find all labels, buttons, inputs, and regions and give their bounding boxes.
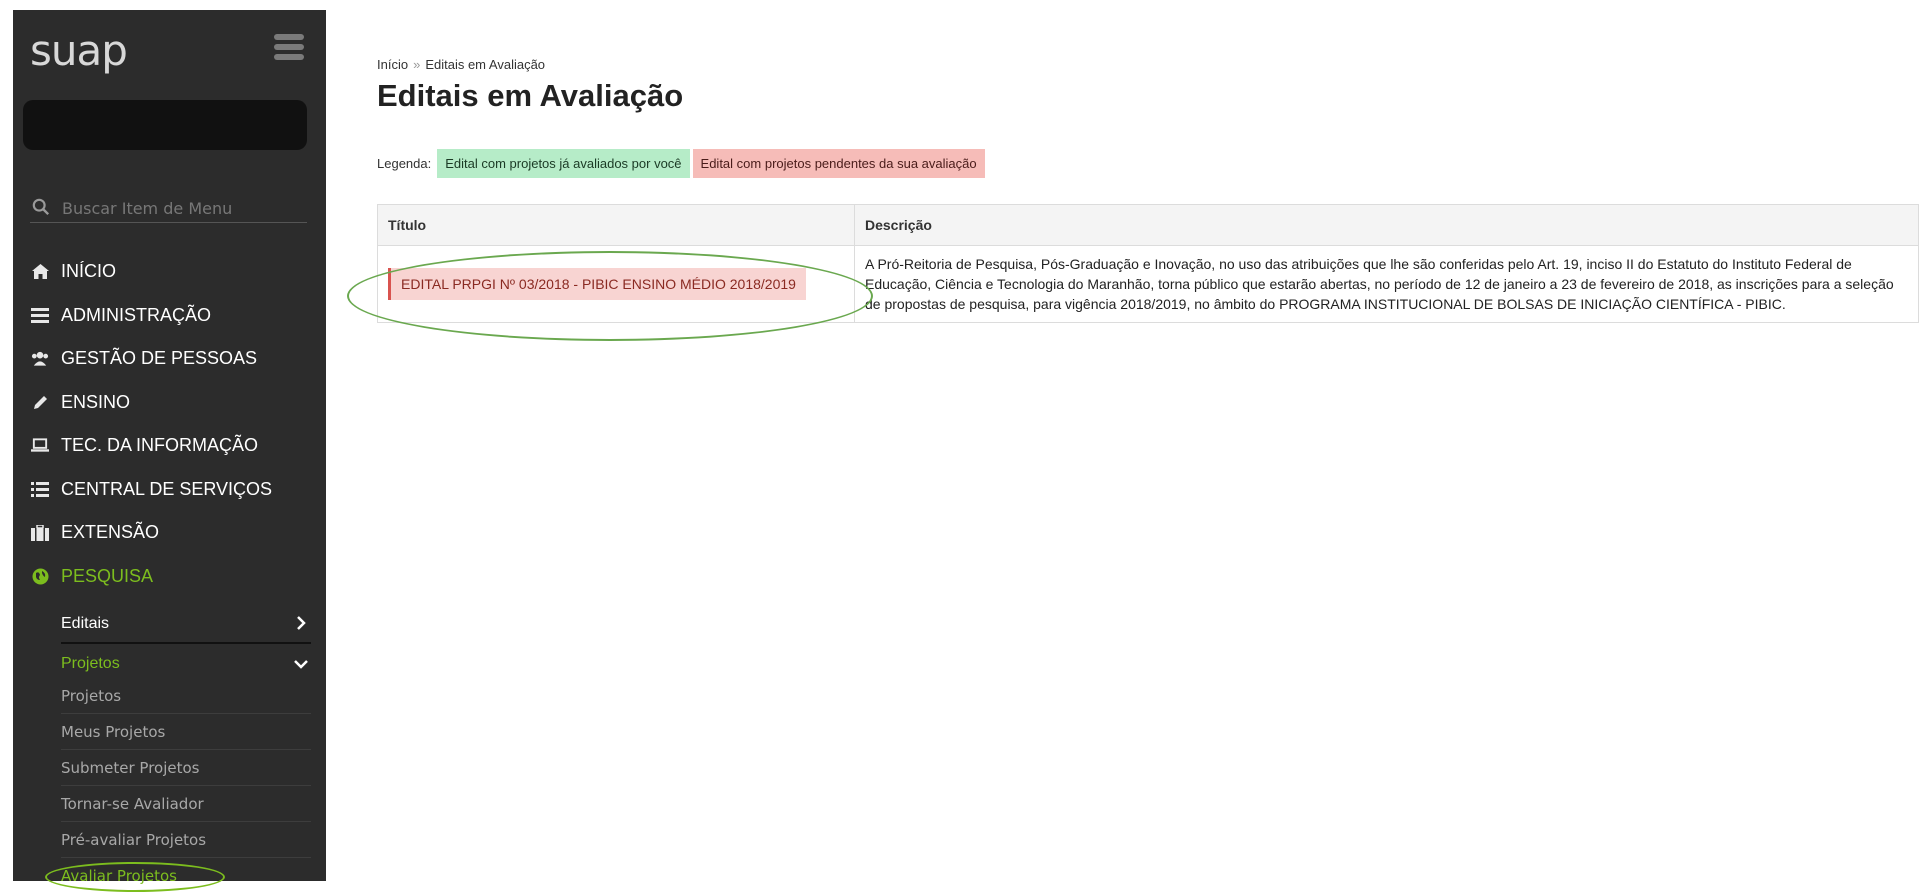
menu-search-input[interactable]	[60, 195, 304, 221]
menu-item-label: CENTRAL DE SERVIÇOS	[61, 478, 273, 499]
submenu-item-avaliar-projetos[interactable]: Avaliar Projetos	[61, 858, 311, 893]
submenu-projetos[interactable]: Projetos	[61, 646, 311, 682]
admin-icon	[31, 306, 49, 324]
table-row: EDITAL PRPGI Nº 03/2018 - PIBIC ENSINO M…	[377, 245, 1919, 323]
legend-evaluated-badge: Edital com projetos já avaliados por voc…	[437, 148, 690, 178]
menu-item-ensino[interactable]: ENSINO	[13, 381, 326, 425]
menu-item-label: ENSINO	[61, 391, 131, 412]
menu-item-label: PESQUISA	[61, 565, 154, 586]
submenu-item-tornar-se-avaliador[interactable]: Tornar-se Avaliador	[61, 786, 311, 822]
menu-item-label: EXTENSÃO	[61, 522, 160, 543]
menu-item-label: INÍCIO	[61, 261, 117, 282]
menu-item-gestao-pessoas[interactable]: GESTÃO DE PESSOAS	[13, 337, 326, 381]
briefcase-icon	[31, 524, 49, 542]
home-icon	[31, 263, 49, 281]
breadcrumb-home-link[interactable]: Início	[377, 57, 408, 72]
submenu-item-meus-projetos[interactable]: Meus Projetos	[61, 714, 311, 750]
table-header-row: Título Descrição	[377, 204, 1919, 246]
laptop-icon	[31, 437, 49, 455]
submenu-editais[interactable]: Editais	[61, 606, 311, 644]
search-icon	[32, 198, 50, 216]
legend: Legenda: Edital com projetos já avaliado…	[377, 148, 985, 178]
menu-item-pesquisa[interactable]: PESQUISA	[13, 555, 326, 599]
edital-link[interactable]: EDITAL PRPGI Nº 03/2018 - PIBIC ENSINO M…	[388, 268, 806, 300]
menu-item-extensao[interactable]: EXTENSÃO	[13, 511, 326, 555]
page-title: Editais em Avaliação	[377, 78, 684, 113]
menu-item-central-servicos[interactable]: CENTRAL DE SERVIÇOS	[13, 468, 326, 512]
menu-item-tec-informacao[interactable]: TEC. DA INFORMAÇÃO	[13, 424, 326, 468]
table-cell-descricao: A Pró-Reitoria de Pesquisa, Pós-Graduaçã…	[854, 245, 1919, 323]
breadcrumb: Início » Editais em Avaliação	[377, 57, 545, 72]
menu-item-administracao[interactable]: ADMINISTRAÇÃO	[13, 294, 326, 338]
submenu-projetos-label: Projetos	[61, 655, 120, 672]
left-gutter	[0, 0, 13, 881]
legend-label: Legenda:	[377, 155, 432, 171]
menu-item-label: GESTÃO DE PESSOAS	[61, 348, 258, 369]
breadcrumb-current: Editais em Avaliação	[425, 57, 546, 72]
column-header-titulo[interactable]: Título	[377, 204, 855, 246]
sidebar: suap INÍCIO ADMINISTRAÇÃO GESTÃO D	[13, 10, 326, 892]
column-header-descricao[interactable]: Descrição	[854, 204, 1919, 246]
menu-item-label: ADMINISTRAÇÃO	[61, 304, 212, 325]
editais-table: Título Descrição EDITAL PRPGI Nº 03/2018…	[377, 204, 1919, 323]
main-menu: INÍCIO ADMINISTRAÇÃO GESTÃO DE PESSOAS E…	[13, 250, 326, 598]
menu-item-label: TEC. DA INFORMAÇÃO	[61, 435, 259, 456]
menu-search	[30, 192, 307, 223]
pencil-icon	[31, 393, 49, 411]
breadcrumb-separator: »	[413, 57, 421, 72]
menu-item-inicio[interactable]: INÍCIO	[13, 250, 326, 294]
submenu-editais-label: Editais	[61, 615, 110, 632]
people-icon	[31, 350, 49, 368]
submenu-item-submeter-projetos[interactable]: Submeter Projetos	[61, 750, 311, 786]
chevron-right-icon	[291, 615, 311, 633]
globe-icon	[31, 567, 49, 585]
chevron-down-icon	[291, 656, 311, 672]
user-info-box[interactable]	[23, 100, 307, 150]
table-cell-titulo: EDITAL PRPGI Nº 03/2018 - PIBIC ENSINO M…	[377, 245, 855, 323]
submenu-item-projetos[interactable]: Projetos	[61, 678, 311, 714]
main-content: Início » Editais em Avaliação Editais em A…	[377, 0, 1919, 881]
suap-logo[interactable]: suap	[30, 26, 128, 75]
hamburger-menu-icon[interactable]	[274, 34, 304, 60]
submenu-item-pre-avaliar-projetos[interactable]: Pré-avaliar Projetos	[61, 822, 311, 858]
legend-pending-badge: Edital com projetos pendentes da sua ava…	[692, 148, 985, 178]
list-icon	[31, 480, 49, 498]
